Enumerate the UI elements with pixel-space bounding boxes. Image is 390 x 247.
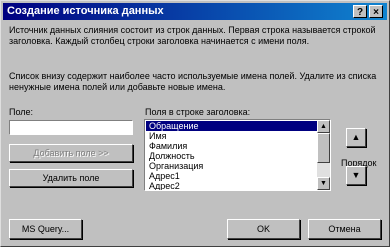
listbox-scrollbar[interactable]: ▲ ▼ <box>317 120 330 190</box>
field-name-input[interactable] <box>9 120 133 135</box>
ms-query-button[interactable]: MS Query... <box>9 219 82 239</box>
header-fields-listbox[interactable]: Обращение Имя Фамилия Должность Организа… <box>144 119 331 191</box>
list-item[interactable]: Имя <box>146 131 317 141</box>
info-text-header: Источник данных слияния состоит из строк… <box>9 25 376 46</box>
header-fields-items: Обращение Имя Фамилия Должность Организа… <box>146 121 317 190</box>
close-button[interactable]: × <box>369 5 383 18</box>
list-item[interactable]: Обращение <box>146 121 317 131</box>
window-title: Создание источника данных <box>7 5 164 17</box>
add-field-button[interactable]: Добавить поле >> <box>9 144 133 162</box>
move-down-button[interactable]: ▼ <box>346 166 366 185</box>
header-fields-label: Поля в строке заголовка: <box>145 107 251 117</box>
info-text-list: Список внизу содержит наиболее часто исп… <box>9 71 377 92</box>
list-item[interactable]: Организация <box>146 161 317 171</box>
scroll-down-icon[interactable]: ▼ <box>317 177 330 190</box>
scroll-up-icon[interactable]: ▲ <box>317 120 330 133</box>
cancel-button[interactable]: Отмена <box>308 219 381 239</box>
title-bar[interactable]: Создание источника данных ? × <box>3 3 387 20</box>
field-label: Поле: <box>9 107 34 117</box>
create-data-source-dialog: Создание источника данных ? × Источник д… <box>0 0 390 247</box>
delete-field-button[interactable]: Удалить поле <box>9 169 133 187</box>
move-up-button[interactable]: ▲ <box>346 128 366 147</box>
list-item[interactable]: Адрес1 <box>146 171 317 181</box>
list-item[interactable]: Адрес2 <box>146 181 317 190</box>
list-item[interactable]: Должность <box>146 151 317 161</box>
help-button[interactable]: ? <box>353 5 367 18</box>
ok-button[interactable]: OK <box>227 219 300 239</box>
list-item[interactable]: Фамилия <box>146 141 317 151</box>
scroll-thumb[interactable] <box>317 133 330 163</box>
